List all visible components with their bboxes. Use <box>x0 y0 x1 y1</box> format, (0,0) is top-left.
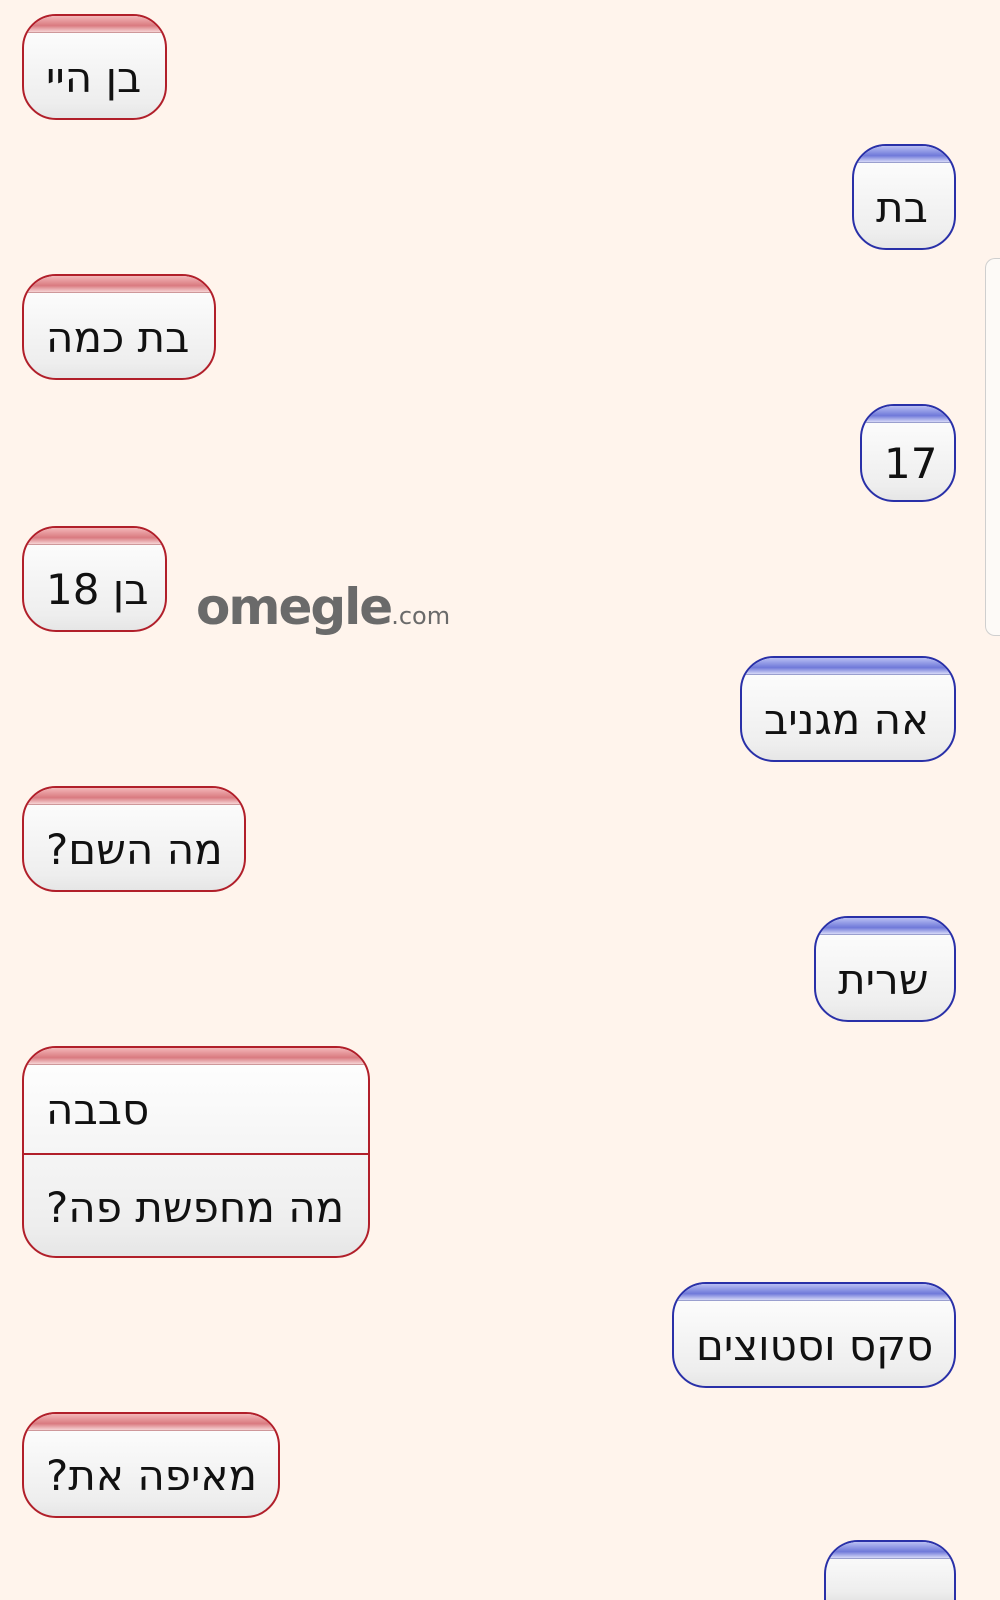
bubble-cap <box>816 918 954 935</box>
stranger-message: בן היי <box>22 14 167 120</box>
omegle-logo: omegle.com <box>196 578 450 636</box>
you-message: שרית <box>814 916 956 1022</box>
chat-log: בן היי בת בת כמה 17 בן 18 omegle.com אה … <box>0 0 1000 1600</box>
you-message: 17 <box>860 404 956 502</box>
bubble-cap <box>24 528 165 545</box>
bubble-cap <box>24 276 214 293</box>
message-text: בת <box>876 182 928 232</box>
message-text: בן היי <box>46 52 142 102</box>
message-text: בת כמה <box>46 312 190 362</box>
bubble-cap <box>24 16 165 33</box>
message-text: בן 18 <box>46 564 149 614</box>
stranger-message: מאיפה את? <box>22 1412 280 1518</box>
stranger-message: בת כמה <box>22 274 216 380</box>
bubble-cap <box>24 788 244 805</box>
scrollbar[interactable] <box>985 258 1000 636</box>
logo-main: omegle <box>196 578 393 636</box>
bubble-cap <box>674 1284 954 1301</box>
logo-suffix: .com <box>391 602 451 630</box>
bubble-cap <box>24 1048 368 1065</box>
bubble-cap <box>862 406 954 423</box>
message-text: 17 <box>884 438 938 488</box>
message-text: מה השם? <box>46 824 223 874</box>
bubble-cap <box>854 146 954 163</box>
message-text: מה מחפשת פה? <box>46 1182 345 1232</box>
message-text: שרית <box>838 954 929 1004</box>
message-text: מאיפה את? <box>46 1450 257 1500</box>
stranger-message: סבבה מה מחפשת פה? <box>22 1046 370 1258</box>
bubble-cap <box>742 658 954 675</box>
you-message: אה מגניב <box>740 656 956 762</box>
stranger-message: מה השם? <box>22 786 246 892</box>
you-message: בת <box>852 144 956 250</box>
message-text: סבבה <box>46 1084 150 1134</box>
bubble-cap <box>826 1542 954 1559</box>
bubble-cap <box>24 1414 278 1431</box>
you-message-partial <box>824 1540 956 1600</box>
message-text: אה מגניב <box>764 694 930 744</box>
message-text: סקס וסטוצים <box>696 1320 934 1370</box>
you-message: סקס וסטוצים <box>672 1282 956 1388</box>
stranger-message: בן 18 <box>22 526 167 632</box>
